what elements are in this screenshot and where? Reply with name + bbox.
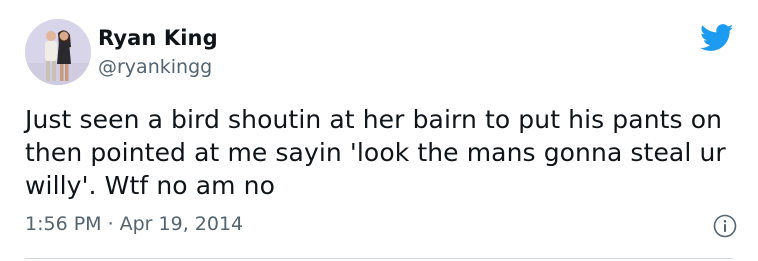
tweet-card: Ryan King @ryankingg Just seen a bird sh… (0, 0, 758, 261)
tweet-time[interactable]: 1:56 PM (25, 213, 102, 235)
tweet-date[interactable]: Apr 19, 2014 (120, 213, 244, 235)
twitter-bird-icon[interactable] (700, 24, 734, 52)
info-icon[interactable] (713, 214, 737, 238)
avatar-photo (25, 19, 91, 85)
author-handle[interactable]: @ryankingg (98, 56, 212, 78)
tweet-text: Just seen a bird shoutin at her bairn to… (25, 105, 734, 200)
tweet-metadata: 1:56 PM · Apr 19, 2014 (25, 213, 243, 235)
avatar[interactable] (25, 19, 91, 85)
bottom-divider (25, 258, 733, 259)
meta-separator: · (107, 213, 114, 235)
author-display-name[interactable]: Ryan King (98, 26, 218, 50)
